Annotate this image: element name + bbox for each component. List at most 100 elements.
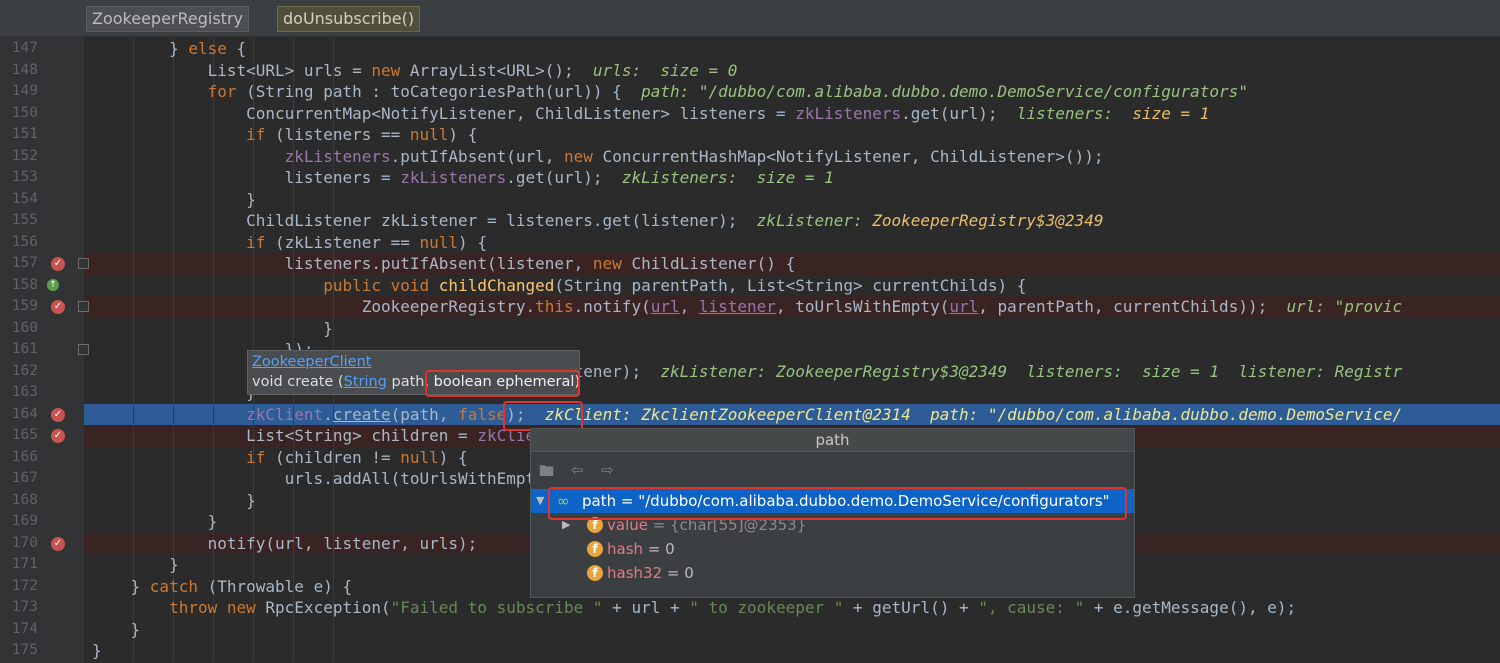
line-number: 147 [11,40,38,56]
code-text: } [92,512,218,531]
line-number: 155 [11,212,38,228]
annotation-box-path-value [548,487,1127,520]
back-arrow-icon[interactable]: ⇦ [571,461,584,479]
code-line[interactable]: 160 } [0,317,1500,339]
field-icon: f [587,565,603,581]
implements-method-icon[interactable]: ↑ [47,278,59,291]
line-number: 158 [11,276,38,293]
inspector-toolbar: 🖿 ⇦ ⇨ [531,453,1134,487]
forward-arrow-icon[interactable]: ⇨ [601,461,614,479]
line-number: 174 [11,620,38,637]
code-line[interactable]: 147 } else { [0,38,1500,60]
line-number: 151 [11,126,38,142]
code-line[interactable]: 152 zkListeners.putIfAbsent(url, new Con… [0,145,1500,167]
code-text: List<URL> urls = new ArrayList<URL>(); u… [92,60,738,80]
line-number: 148 [11,61,38,78]
code-line[interactable]: 173 throw new RpcException("Failed to su… [0,597,1500,619]
line-number: 157 [11,255,38,271]
code-text: if (zkListener == null) { [246,232,487,252]
folder-icon[interactable]: 🖿 [539,461,554,486]
line-number: 167 [11,470,38,486]
inspector-title: path [531,429,1134,452]
type-link[interactable]: String [344,374,387,390]
code-text: listeners.putIfAbsent(listener, new Chil… [92,254,796,273]
line-number: 164 [11,405,38,422]
line-number: 153 [11,169,38,185]
code-line[interactable]: 174 } [0,618,1500,640]
code-text: zkClient.create(path, false); zkClient: … [246,404,1403,424]
code-text: if (listeners == null) { [246,125,478,144]
line-number: 150 [11,104,38,121]
code-text: if (children != null) { [246,447,468,467]
breadcrumb-class[interactable]: ZookeeperRegistry [86,6,249,32]
fold-marker-icon[interactable] [78,301,89,312]
line-number: 173 [11,599,38,615]
line-number: 156 [11,233,38,250]
line-number: 163 [11,384,38,400]
code-line[interactable]: 154 } [0,188,1500,210]
code-line[interactable]: 148 List<URL> urls = new ArrayList<URL>(… [0,59,1500,81]
code-line[interactable]: 156 if (zkListener == null) { [0,231,1500,253]
line-number: 175 [11,642,38,658]
line-number: 162 [11,362,38,379]
code-text: } [92,189,256,209]
code-text: public void childChanged(String parentPa… [323,275,1027,295]
code-text: } [92,490,256,510]
breakpoint-icon[interactable]: ✓ [51,257,65,271]
fold-marker-icon[interactable] [78,344,89,355]
breakpoint-icon[interactable]: ✓ [51,300,65,314]
code-text: notify(url, listener, urls); [92,533,478,553]
code-text: listeners = zkListeners.get(url); zkList… [92,168,834,187]
code-text: ConcurrentMap<NotifyListener, ChildListe… [92,103,1210,123]
line-number: 160 [11,319,38,336]
code-text: throw new RpcException("Failed to subscr… [169,598,1297,617]
line-number: 172 [11,577,38,594]
code-line[interactable]: 150 ConcurrentMap<NotifyListener, ChildL… [0,102,1500,124]
line-number: 170 [11,534,38,551]
line-number: 171 [11,556,38,572]
code-text: ZookeeperRegistry.this.notify(url, liste… [92,297,1403,316]
code-text: } else { [92,39,247,58]
line-number: 152 [11,147,38,164]
fold-marker-icon[interactable] [78,258,89,269]
code-text: } [92,383,256,402]
code-line[interactable]: 158 ↑ public void childChanged(String par… [0,274,1500,296]
code-line[interactable]: 155 ChildListener zkListener = listeners… [0,210,1500,232]
tree-row-hash32[interactable]: f hash32 = 0 [531,561,1134,585]
line-number: 165 [11,427,38,443]
code-line[interactable]: 163 } [0,382,1500,404]
code-line[interactable]: 162 zkListener = listeners.get(listener)… [0,360,1500,382]
line-number: 149 [11,83,38,99]
annotation-box-parameter [425,370,580,397]
annotation-box-argument [503,401,583,431]
code-line[interactable]: 149 for (String path : toCategoriesPath(… [0,81,1500,103]
breakpoint-icon[interactable]: ✓ [51,407,65,422]
code-text: ChildListener zkListener = listeners.get… [92,211,1104,230]
code-line[interactable]: 153 listeners = zkListeners.get(url); zk… [0,167,1500,189]
code-text: } catch (Throwable e) { [92,576,353,596]
class-link[interactable]: ZookeeperClient [252,354,371,370]
code-text: } [92,318,333,338]
code-line[interactable]: 161 }); [0,339,1500,361]
code-line[interactable]: 175} [0,640,1500,662]
breadcrumb-method[interactable]: doUnsubscribe() [277,6,421,32]
line-number: 168 [11,491,38,508]
line-number: 159 [11,298,38,314]
breakpoint-icon[interactable]: ✓ [51,429,65,443]
line-number: 154 [11,190,38,207]
line-number: 169 [11,513,38,529]
line-number: 161 [11,341,38,357]
code-line[interactable]: 159 ✓ ZookeeperRegistry.this.notify(url, … [0,296,1500,318]
code-text: zkListeners.putIfAbsent(url, new Concurr… [284,146,1104,166]
expand-down-icon[interactable]: ▼ [536,489,544,513]
tree-row-hash[interactable]: f hash = 0 [531,537,1134,561]
breakpoint-icon[interactable]: ✓ [51,536,65,551]
code-line[interactable]: 157 ✓ listeners.putIfAbsent(listener, new… [0,253,1500,275]
code-text: } [92,555,179,574]
code-line[interactable]: 151 if (listeners == null) { [0,124,1500,146]
field-icon: f [587,541,603,557]
code-text: } [92,641,102,660]
line-number: 166 [11,448,38,465]
code-text: for (String path : toCategoriesPath(url)… [207,82,1248,101]
code-line[interactable]: 164 ✓ zkClient.create(path, false); zkCli… [0,403,1500,425]
